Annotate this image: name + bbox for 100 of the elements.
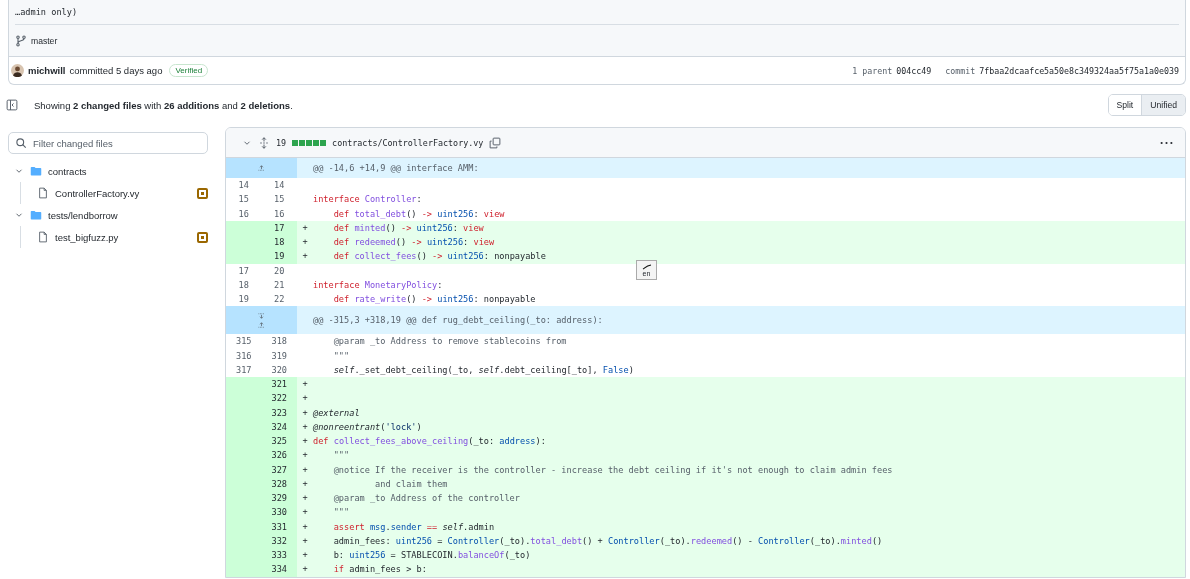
code-line: b: uint256 = STABLECOIN.balanceOf(_to) [332,550,531,561]
parent-hash-link[interactable]: 004cc49 [896,65,932,76]
code-line: def minted() -> uint256: view [332,222,484,233]
added-line-marker: + [302,379,308,390]
folder-row[interactable]: contracts [8,160,208,182]
line-number-cell-text: 320 [270,363,288,377]
code-line: self._set_debt_ceiling(_to, self.debt_ceiling[_to], False) [332,364,634,375]
code-line: assert msg.sender == self.admin [332,521,495,532]
line-number-cell-text: 20 [273,264,286,278]
line-number-cell-text: 317 [235,363,253,377]
branch-name[interactable]: master [31,35,58,46]
code-line: """ [332,507,350,518]
folder-icon [30,165,42,177]
file-icon [37,187,49,199]
branch-icon [15,34,27,47]
folder-row[interactable]: tests/lendborrow [8,204,208,226]
line-number-cell: 18 [261,235,297,250]
line-number-cell-text: 14 [273,179,286,193]
line-number-cell: 330 [261,505,297,520]
expand-all-icon[interactable] [258,136,270,149]
commit-hash: 7fbaa2dcaafce5a50e8c349324aa5f75a1a0e039 [979,65,1179,76]
diff-summary: Showing 2 changed files with 26 additions and 2 deletions. [34,99,293,111]
search-icon [15,137,27,149]
code-line: @nonreentrant('lock') [313,421,422,432]
added-line-marker: + [302,478,308,489]
file-row[interactable]: test_bigfuzz.py [21,226,208,248]
line-number-cell-text: 17 [237,264,250,278]
added-line-marker: + [302,222,308,233]
added-line-marker: + [302,450,308,461]
parent-label: 1 parent [852,65,893,76]
code-line: def total_debt() -> uint256: view [332,208,505,219]
line-number-cell-text: 318 [270,335,288,349]
line-number-cell: 19 [261,249,297,264]
code-line: @param _to Address to remove stablecoins from [332,336,567,347]
line-number-cell-text: 19 [237,293,250,307]
added-line-marker: + [302,550,308,561]
code-line: interface Controller: [313,194,422,205]
line-number-cell-text: 14 [237,179,250,193]
added-line-marker: + [302,521,308,532]
line-number-cell: 326 [261,448,297,463]
line-number-cell: 333 [261,548,297,563]
sidebar-toggle-icon[interactable] [6,99,18,111]
added-line-marker: + [302,237,308,248]
code-line: admin_fees: uint256 = Controller(_to).total_debt() + Controller(_to).redeemed() - Controller(_to).minted() [332,535,883,546]
line-number-cell: 325 [261,434,297,449]
added-line-marker: + [302,436,308,447]
code-line: """ [332,350,350,361]
expand-up-icon[interactable] [257,321,266,328]
commit-label: commit [945,65,976,76]
code-line: """ [332,450,350,461]
code-line: if admin_fees > b: [332,564,427,575]
commit-time: committed 5 days ago [69,65,163,76]
hunk-header: @@ -315,3 +318,19 @@ def rug_debt_ceiling(_to: address): [313,315,603,326]
added-line-marker: + [302,393,308,404]
line-number-cell-text: 315 [235,335,253,349]
filter-field[interactable]: Filter changed files [8,132,208,154]
avatar-icon[interactable] [11,64,24,77]
author-link[interactable]: michwill [28,65,66,76]
line-number-cell: 322 [261,391,297,406]
code-line: def redeemed() -> uint256: view [332,237,495,248]
copy-icon[interactable] [489,136,502,149]
file-row[interactable]: ControllerFactory.vy [21,182,208,204]
line-number-cell-text: 316 [235,349,253,363]
added-line-marker: + [302,464,308,475]
added-line-marker: + [302,535,308,546]
added-line-marker: + [302,507,308,518]
line-number-cell-text: 16 [273,207,286,221]
added-line-marker: + [302,407,308,418]
code-line: def collect_fees() -> uint256: nonpayable [332,251,546,262]
code-line: def collect_fees_above_ceiling(_to: address): [313,436,546,447]
expand-down-icon[interactable] [257,312,266,319]
folder-icon [30,209,42,221]
line-number-cell: 17 [261,220,297,235]
commit-message: …admin only) [15,4,1179,25]
added-line-marker: + [302,421,308,432]
line-number-cell-text: 22 [273,293,286,307]
line-number-cell-text: 15 [237,193,250,207]
code-line: @notice If the receiver is the controller - increase the debt ceiling if it's not enough to claim admin fees [332,464,893,475]
line-number-cell-text: 319 [270,349,288,363]
file-path: contracts/ControllerFactory.vy [332,137,484,148]
file-icon [37,231,49,243]
line-number-cell-text: 15 [273,193,286,207]
expand-up-icon[interactable] [257,165,266,171]
code-line: def rate_write() -> uint256: nonpayable [332,294,536,305]
more-options-icon[interactable] [1160,140,1173,145]
change-count: 19 [276,137,287,148]
line-number-cell-text: 16 [237,207,250,221]
hunk-header: @@ -14,6 +14,9 @@ interface AMM: [313,163,479,173]
line-number-cell: 334 [261,562,297,577]
added-line-marker: + [302,251,308,262]
line-number-cell-text: 18 [237,278,250,292]
code-line: @param _to Address of the controller [332,493,520,504]
line-number-cell-text: 21 [273,278,286,292]
line-number-cell: 321 [261,377,297,392]
added-line-marker: + [302,564,308,575]
view-mode-button[interactable]: Unified [1141,95,1185,115]
added-line-marker: + [302,493,308,504]
code-line: interface MonetaryPolicy: [313,279,443,290]
code-line: and claim them [374,478,448,489]
line-number-cell: 329 [261,491,297,506]
